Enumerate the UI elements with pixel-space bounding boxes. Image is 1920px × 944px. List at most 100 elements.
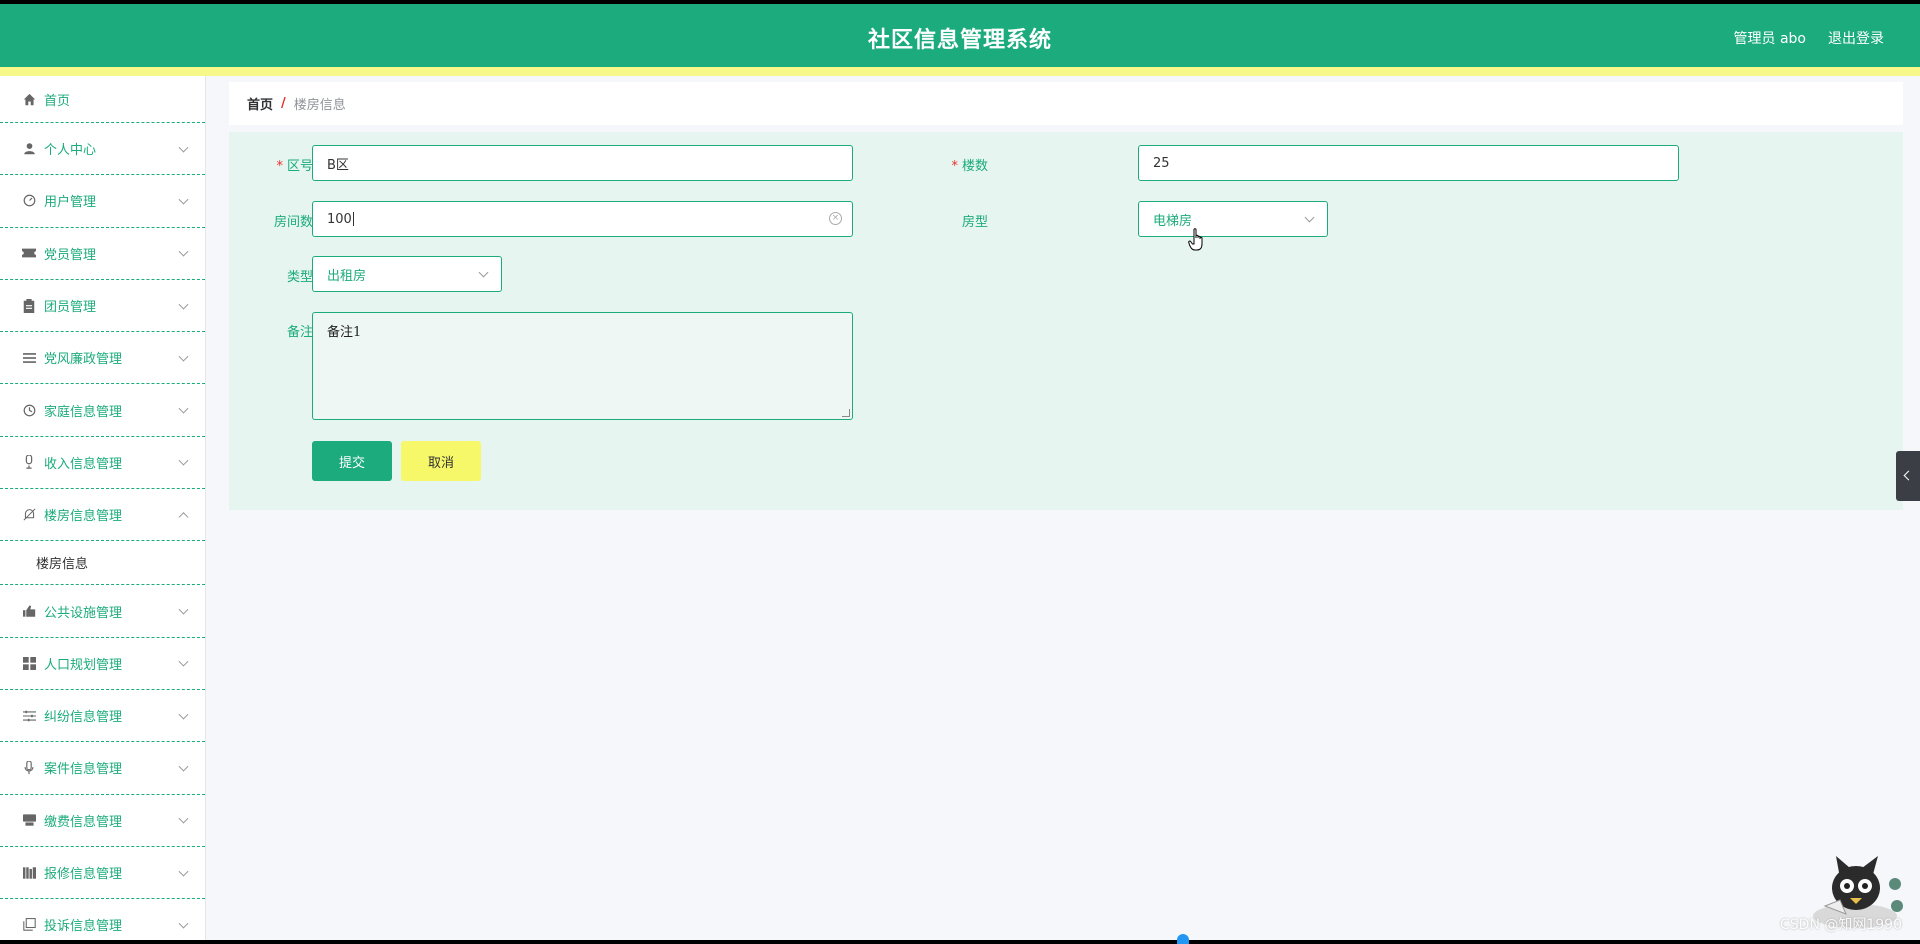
- sidebar-item-repairs[interactable]: 报修信息管理: [0, 847, 205, 900]
- sidebar-item-label: 首页: [44, 93, 71, 109]
- sidebar-item-label: 团员管理: [44, 300, 97, 316]
- chevron-down-icon: [178, 761, 189, 772]
- sidebar-item-disputes[interactable]: 纠纷信息管理: [0, 690, 205, 743]
- resize-handle[interactable]: [842, 409, 850, 417]
- chevron-down-icon: [178, 656, 189, 667]
- remarks-value: 备注1: [327, 325, 362, 340]
- thumb-icon: [22, 604, 36, 618]
- chevron-down-icon: [178, 918, 189, 929]
- sidebar-item-label: 投诉信息管理: [44, 919, 123, 935]
- sidebar-item-label: 案件信息管理: [44, 762, 123, 778]
- sidebar-item-public-facilities[interactable]: 公共设施管理: [0, 585, 205, 638]
- chevron-down-icon: [178, 142, 189, 153]
- header-accent-bar: [0, 67, 1920, 76]
- room-type-label: 房型: [961, 215, 988, 230]
- sidebar-item-label: 收入信息管理: [44, 456, 123, 472]
- admin-user-label[interactable]: 管理员 abo: [1734, 28, 1806, 48]
- sidebar-item-cases[interactable]: 案件信息管理: [0, 742, 205, 795]
- chevron-down-icon: [178, 194, 189, 205]
- clear-icon[interactable]: ×: [829, 212, 842, 225]
- app-title: 社区信息管理系统: [867, 28, 1052, 53]
- header-user-area: 管理员 abo 退出登录: [1734, 28, 1884, 48]
- sidebar-item-label: 缴费信息管理: [44, 814, 123, 830]
- copy-icon: [22, 918, 36, 932]
- building-form: * 区号 B区 * 楼数 25 房间数 100 × 房型 电梯房 类型 出租房 备注…: [229, 132, 1903, 510]
- bell-off-icon: [22, 508, 36, 522]
- sidebar-item-population-planning[interactable]: 人口规划管理: [0, 638, 205, 690]
- top-header: 社区信息管理系统 管理员 abo 退出登录: [0, 4, 1920, 67]
- room-type-select[interactable]: 电梯房: [1138, 201, 1328, 237]
- chevron-down-icon: [178, 403, 189, 414]
- sidebar-item-income-info[interactable]: 收入信息管理: [0, 437, 205, 490]
- floors-label: * 楼数: [951, 159, 988, 174]
- chevron-down-icon: [178, 709, 189, 720]
- district-input[interactable]: B区: [312, 145, 853, 181]
- sidebar-subitem-building-info[interactable]: 楼房信息: [0, 541, 205, 586]
- required-mark: *: [276, 159, 283, 174]
- remarks-textarea[interactable]: 备注1: [312, 312, 853, 420]
- sidebar-item-label: 党员管理: [44, 247, 97, 263]
- taskbar-indicator: [1177, 934, 1189, 944]
- sidebar-item-integrity[interactable]: 党风廉政管理: [0, 332, 205, 385]
- floors-value: 25: [1153, 155, 1170, 171]
- sidebar-item-label: 党风廉政管理: [44, 352, 123, 368]
- grid-icon: [22, 656, 36, 670]
- rooms-input[interactable]: 100 ×: [312, 201, 853, 237]
- chevron-down-icon: [178, 866, 189, 877]
- sidebar-item-label: 用户管理: [44, 195, 97, 211]
- rooms-value: 100: [327, 211, 352, 227]
- sidebar-item-building-info[interactable]: 楼房信息管理: [0, 489, 205, 542]
- chevron-down-icon: [178, 813, 189, 824]
- user-icon: [22, 142, 36, 156]
- text-caret: [352, 212, 354, 226]
- sidebar-item-label: 家庭信息管理: [44, 404, 123, 420]
- list-icon: [22, 351, 36, 365]
- floors-input[interactable]: 25: [1138, 145, 1679, 181]
- remarks-label: 备注: [286, 325, 313, 340]
- home-icon: [22, 92, 36, 106]
- chevron-down-icon: [178, 351, 189, 362]
- category-select[interactable]: 出租房: [312, 256, 502, 292]
- sidebar-item-label: 报修信息管理: [44, 867, 123, 882]
- sidebar-item-league-members[interactable]: 团员管理: [0, 280, 205, 333]
- clock-icon: [22, 403, 36, 417]
- ticket-icon: [22, 246, 36, 260]
- printer-icon: [22, 813, 36, 827]
- sidebar-item-complaints[interactable]: 投诉信息管理: [0, 899, 205, 940]
- collapse-panel-tab[interactable]: [1896, 451, 1920, 501]
- sidebar-item-party-members[interactable]: 党员管理: [0, 228, 205, 280]
- clipboard-icon: [22, 298, 36, 313]
- chevron-down-icon: [178, 299, 189, 310]
- logout-link[interactable]: 退出登录: [1828, 28, 1884, 48]
- submit-button[interactable]: 提交: [312, 441, 392, 481]
- cancel-button[interactable]: 取消: [401, 441, 481, 481]
- chevron-down-icon: [1304, 212, 1315, 223]
- hand-cursor-icon: [1188, 228, 1203, 251]
- breadcrumb: 首页 / 楼房信息: [229, 82, 1903, 125]
- watermark-text: CSDN @知网1990: [1780, 917, 1902, 933]
- app-window: 社区信息管理系统 管理员 abo 退出登录 首页 个人中心 用户管理 党员管理 …: [0, 4, 1920, 940]
- chevron-down-icon: [178, 456, 189, 466]
- sidebar-item-label: 楼房信息管理: [44, 509, 123, 525]
- breadcrumb-separator: /: [281, 96, 286, 111]
- chevron-down-icon: [478, 267, 489, 278]
- rooms-label: 房间数: [273, 215, 313, 230]
- breadcrumb-home[interactable]: 首页: [247, 94, 273, 113]
- microphone-icon: [22, 760, 36, 775]
- sidebar-item-personal-center[interactable]: 个人中心: [0, 123, 205, 176]
- sliders-icon: [22, 709, 36, 723]
- room-type-value: 电梯房: [1153, 213, 1193, 229]
- sidebar-item-label: 公共设施管理: [44, 605, 123, 621]
- sidebar-menu: 首页 个人中心 用户管理 党员管理 团员管理 党风廉政管理 家庭信息管理 收入信…: [0, 76, 206, 940]
- category-label: 类型: [286, 270, 313, 285]
- sidebar-item-user-management[interactable]: 用户管理: [0, 175, 205, 228]
- sidebar-item-label: 人口规划管理: [44, 657, 123, 673]
- sidebar-item-family-info[interactable]: 家庭信息管理: [0, 384, 205, 437]
- chevron-down-icon: [178, 246, 189, 257]
- sidebar-item-home[interactable]: 首页: [0, 76, 205, 123]
- mic-icon: [22, 455, 36, 470]
- sidebar-item-payments[interactable]: 缴费信息管理: [0, 795, 205, 847]
- district-value: B区: [327, 157, 349, 173]
- category-value: 出租房: [327, 268, 367, 284]
- sidebar-item-label: 个人中心: [44, 143, 97, 159]
